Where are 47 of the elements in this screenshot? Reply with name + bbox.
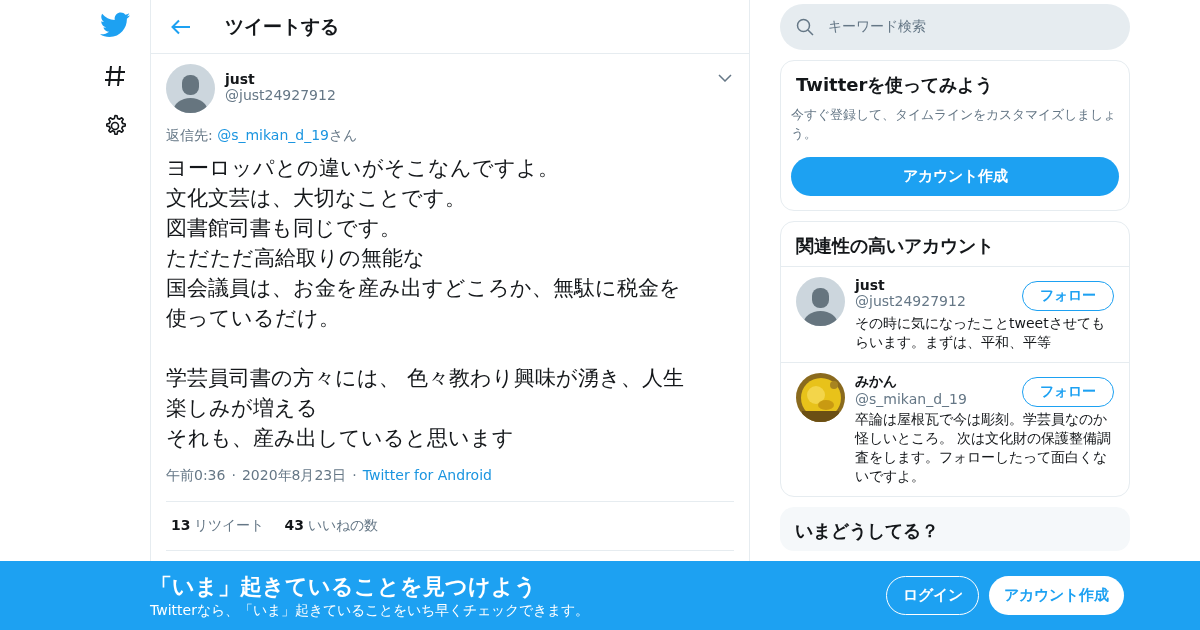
hashtag-icon[interactable] bbox=[103, 64, 127, 88]
tweet-text-line: 文化文芸は、大切なことです。 bbox=[166, 185, 466, 212]
tweet-text-line: 使っているだけ。 bbox=[166, 305, 340, 332]
tweet-text-line: 図書館司書も同じです。 bbox=[166, 215, 401, 242]
tweet-text-line: 国会議員は、お金を産み出すどころか、無駄に税金を bbox=[166, 275, 681, 302]
create-account-button[interactable]: アカウント作成 bbox=[989, 576, 1124, 615]
bird-logo-icon[interactable] bbox=[100, 12, 130, 38]
account-handle: @s_mikan_d_19 bbox=[855, 391, 967, 407]
avatar-icon bbox=[166, 64, 215, 113]
search-icon bbox=[796, 18, 814, 36]
card-title: 関連性の高いアカウント bbox=[795, 234, 995, 258]
account-name: just bbox=[855, 277, 886, 293]
source-link[interactable]: Twitter for Android bbox=[362, 467, 492, 485]
search-field[interactable]: キーワード検索 bbox=[780, 4, 1130, 50]
account-handle: @just24927912 bbox=[855, 293, 966, 309]
user-name: just bbox=[225, 71, 256, 87]
follow-button[interactable]: フォロー bbox=[1022, 281, 1114, 311]
page-title: ツイートする bbox=[225, 13, 339, 39]
login-button[interactable]: ログイン bbox=[886, 576, 979, 615]
reply-context: 返信先: @s_mikan_d_19 さん bbox=[166, 127, 358, 145]
create-account-button[interactable]: アカウント作成 bbox=[791, 157, 1119, 196]
back-arrow-icon[interactable] bbox=[171, 18, 191, 35]
tweet-text-line: それも、産み出していると思います bbox=[166, 425, 514, 452]
avatar-icon bbox=[796, 277, 845, 326]
stat-count[interactable]: 13 リツイート bbox=[171, 517, 265, 535]
tweet-text-line: 学芸員司書の方々には、 色々教わり興味が湧き、人生 bbox=[166, 365, 684, 392]
account-bio: その時に気になったことtweetさせてもらいます。まずは、平和、平等 bbox=[855, 314, 1106, 352]
account-name: みかん bbox=[855, 373, 898, 391]
banner-subtitle: Twitterなら、「いま」起きていることをいち早くチェックできます。 bbox=[150, 601, 590, 620]
card-title: Twitterを使ってみよう bbox=[795, 73, 995, 97]
chevron-down-icon[interactable] bbox=[718, 74, 732, 82]
banner-title: 「いま」起きていることを見つけよう bbox=[150, 572, 538, 601]
mention-link[interactable]: @s_mikan_d_19 bbox=[217, 127, 329, 143]
card-text: 今すぐ登録して、タイムラインをカスタマイズしましょう。 bbox=[790, 106, 1117, 143]
separator-dot: · bbox=[352, 467, 357, 485]
tweet-text-line: 楽しみが増える bbox=[166, 395, 318, 422]
account-bio: 卒論は屋根瓦で今は彫刻。学芸員なのか怪しいところ。 次は文化財の保護整備調査をします。フォローしたって面白くないですよ。 bbox=[855, 410, 1113, 486]
tweet-text-line: ただただ高給取りの無能な bbox=[166, 245, 425, 272]
separator-dot: · bbox=[231, 467, 236, 485]
card-title: いまどうしてる？ bbox=[794, 519, 940, 543]
settings-icon[interactable] bbox=[103, 114, 127, 138]
follow-button[interactable]: フォロー bbox=[1022, 377, 1114, 407]
tweet-text-line: ヨーロッパとの違いがそこなんですよ。 bbox=[166, 155, 559, 182]
stat-count[interactable]: 43 いいねの数 bbox=[284, 517, 378, 535]
tweet-time: 午前0:36 bbox=[166, 467, 226, 485]
tweet-date: 2020年8月23日 bbox=[241, 467, 347, 485]
user-handle: @just24927912 bbox=[225, 87, 337, 103]
